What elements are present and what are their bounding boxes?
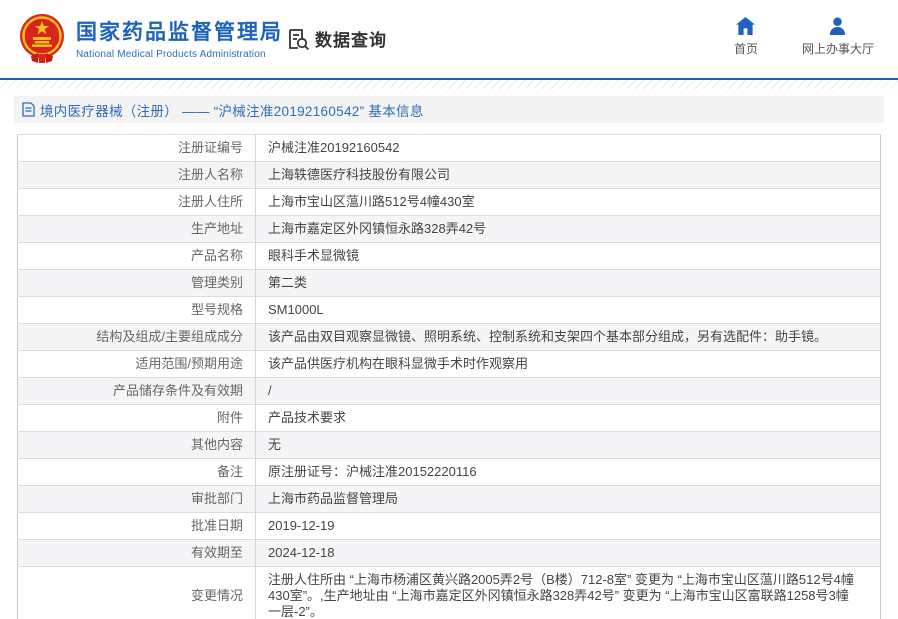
table-row: 适用范围/预期用途 该产品供医疗机构在眼科显微手术时作观察用 — [17, 350, 881, 378]
table-row: 生产地址 上海市嘉定区外冈镇恒永路328弄42号 — [17, 215, 881, 243]
table-row: 审批部门 上海市药品监督管理局 — [17, 485, 881, 513]
org-titles: 国家药品监督管理局 National Medical Products Admi… — [76, 20, 283, 60]
field-label: 生产地址 — [17, 215, 256, 243]
table-row: 结构及组成/主要组成成分 该产品由双目观察显微镜、照明系统、控制系统和支架四个基… — [17, 323, 881, 351]
registration-info-table: 注册证编号 沪械注准20192160542 注册人名称 上海轶德医疗科技股份有限… — [17, 134, 881, 619]
field-value: 2024-12-18 — [255, 539, 881, 567]
data-query-label: 数据查询 — [315, 31, 387, 50]
field-value: 第二类 — [255, 269, 881, 297]
org-title-cn: 国家药品监督管理局 — [76, 21, 283, 44]
breadcrumb-title: 境内医疗器械（注册） —— “沪械注准20192160542” 基本信息 — [40, 103, 424, 119]
field-label: 结构及组成/主要组成成分 — [17, 323, 256, 351]
table-row: 注册证编号 沪械注准20192160542 — [17, 134, 881, 162]
field-value: 注册人住所由 “上海市杨浦区黄兴路2005弄2号（B楼）712-8室” 变更为 … — [255, 566, 881, 619]
field-value: 原注册证号：沪械注准20152220116 — [255, 458, 881, 486]
nav-home-label: 首页 — [733, 42, 758, 56]
field-value: 该产品由双目观察显微镜、照明系统、控制系统和支架四个基本部分组成，另有选配件：助… — [255, 323, 881, 351]
field-value: 上海市嘉定区外冈镇恒永路328弄42号 — [255, 215, 881, 243]
field-label: 有效期至 — [17, 539, 256, 567]
field-value: 上海轶德医疗科技股份有限公司 — [255, 161, 881, 189]
table-row: 管理类别 第二类 — [17, 269, 881, 297]
nav-service-hall[interactable]: 网上办事大厅 — [802, 17, 874, 57]
table-row: 注册人名称 上海轶德医疗科技股份有限公司 — [17, 161, 881, 189]
home-icon — [736, 17, 756, 35]
field-value: 无 — [255, 431, 881, 459]
top-navigation: 首页 网上办事大厅 — [734, 17, 874, 57]
site-header: 国家药品监督管理局 National Medical Products Admi… — [0, 0, 898, 78]
table-row: 注册人住所 上海市宝山区蕰川路512号4幢430室 — [17, 188, 881, 216]
document-search-icon — [286, 27, 310, 51]
data-query-link[interactable]: 数据查询 — [286, 26, 387, 51]
site-logo[interactable]: 国家药品监督管理局 National Medical Products Admi… — [18, 12, 328, 68]
field-label: 管理类别 — [17, 269, 256, 297]
field-value: SM1000L — [255, 296, 881, 324]
field-value: 眼科手术显微镜 — [255, 242, 881, 270]
field-label: 其他内容 — [17, 431, 256, 459]
table-row: 备注 原注册证号：沪械注准20152220116 — [17, 458, 881, 486]
table-row: 批准日期 2019-12-19 — [17, 512, 881, 540]
nav-home[interactable]: 首页 — [734, 17, 758, 57]
org-title-en: National Medical Products Administration — [76, 49, 266, 60]
nav-service-hall-label: 网上办事大厅 — [801, 42, 874, 56]
table-row: 其他内容 无 — [17, 431, 881, 459]
field-label: 批准日期 — [17, 512, 256, 540]
table-row: 附件 产品技术要求 — [17, 404, 881, 432]
document-icon — [22, 102, 35, 117]
field-label: 注册人名称 — [17, 161, 256, 189]
field-value: 产品技术要求 — [255, 404, 881, 432]
breadcrumb: 境内医疗器械（注册） —— “沪械注准20192160542” 基本信息 — [14, 96, 884, 123]
field-label: 适用范围/预期用途 — [17, 350, 256, 378]
national-emblem-icon — [18, 13, 66, 67]
field-value: 2019-12-19 — [255, 512, 881, 540]
field-value: 沪械注准20192160542 — [255, 134, 881, 162]
field-value: 上海市药品监督管理局 — [255, 485, 881, 513]
field-label: 附件 — [17, 404, 256, 432]
table-row: 型号规格 SM1000L — [17, 296, 881, 324]
field-label: 注册人住所 — [17, 188, 256, 216]
field-label: 备注 — [17, 458, 256, 486]
field-value: 该产品供医疗机构在眼科显微手术时作观察用 — [255, 350, 881, 378]
field-label: 产品储存条件及有效期 — [17, 377, 256, 405]
field-label: 审批部门 — [17, 485, 256, 513]
field-label: 注册证编号 — [17, 134, 256, 162]
field-label: 变更情况 — [17, 566, 256, 619]
field-label: 产品名称 — [17, 242, 256, 270]
user-icon — [828, 17, 847, 35]
field-label: 型号规格 — [17, 296, 256, 324]
field-value: 上海市宝山区蕰川路512号4幢430室 — [255, 188, 881, 216]
field-value: / — [255, 377, 881, 405]
table-row: 有效期至 2024-12-18 — [17, 539, 881, 567]
table-row: 产品名称 眼科手术显微镜 — [17, 242, 881, 270]
hatch-stripe-band — [0, 80, 898, 89]
table-row: 变更情况 注册人住所由 “上海市杨浦区黄兴路2005弄2号（B楼）712-8室”… — [17, 566, 881, 619]
table-row: 产品储存条件及有效期 / — [17, 377, 881, 405]
